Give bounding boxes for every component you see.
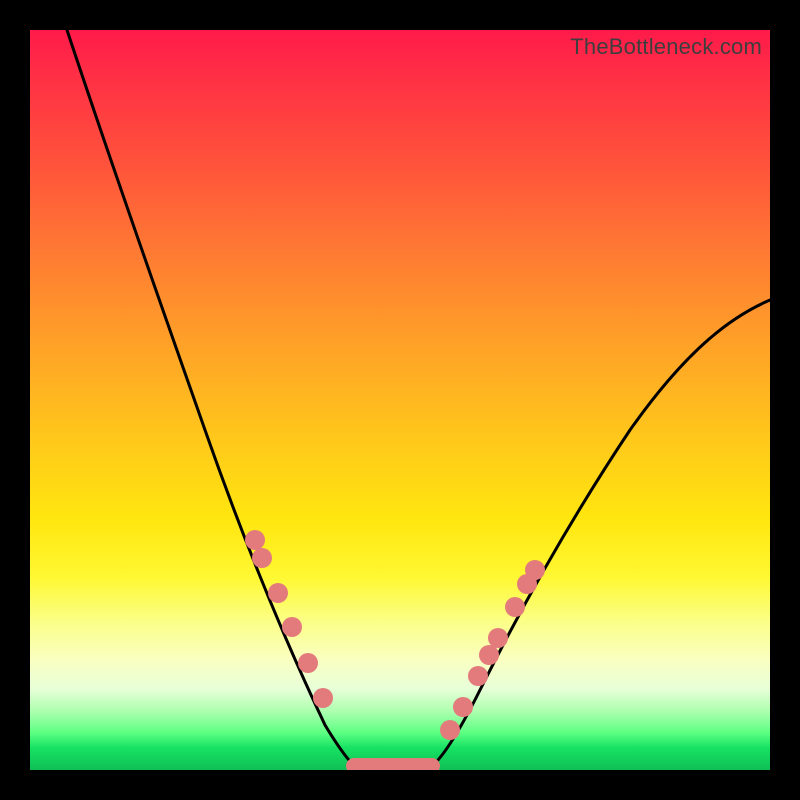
marker-dot [440,720,460,740]
marker-dot [488,628,508,648]
marker-dot [268,583,288,603]
marker-dot [282,617,302,637]
right-bottleneck-curve [430,300,770,768]
watermark-text: TheBottleneck.com [570,34,762,60]
left-markers [245,530,333,708]
marker-dot [298,653,318,673]
marker-dot [252,548,272,568]
marker-dot [468,666,488,686]
marker-dot [479,645,499,665]
marker-dot [525,560,545,580]
marker-dot [453,697,473,717]
marker-dot [313,688,333,708]
curves-layer [30,30,770,770]
plot-area: TheBottleneck.com [30,30,770,770]
chart-frame: TheBottleneck.com [0,0,800,800]
marker-dot [505,597,525,617]
marker-dot [245,530,265,550]
right-markers [440,560,545,740]
